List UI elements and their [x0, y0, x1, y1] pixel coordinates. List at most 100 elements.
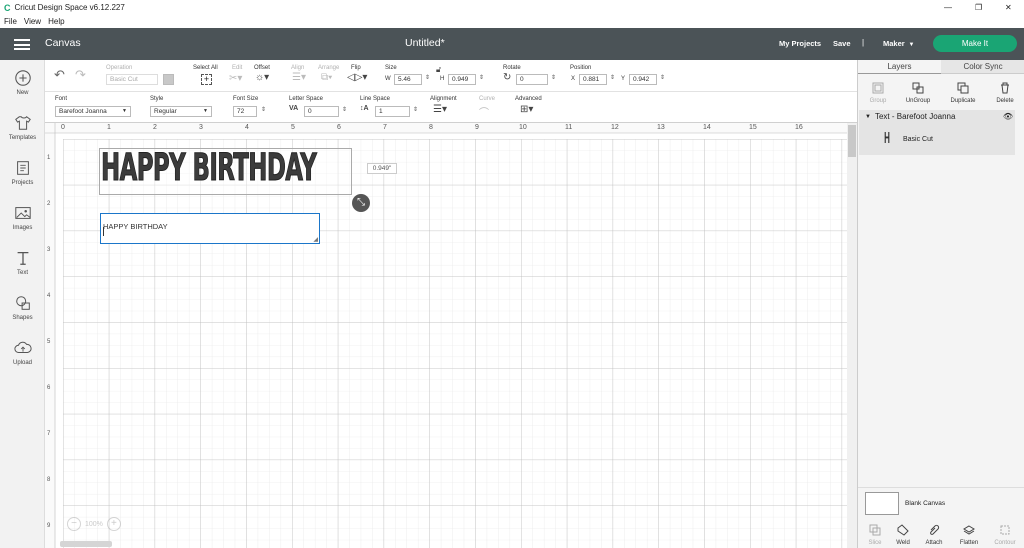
lock-icon[interactable]: 🔓︎ [436, 65, 441, 75]
vertical-scrollbar[interactable] [848, 125, 856, 157]
alignment-label: Alignment [430, 96, 457, 102]
font-select[interactable]: Barefoot Joanna ▼ [55, 106, 131, 117]
ungroup-icon [912, 82, 924, 94]
ruler-tick-label: 12 [611, 124, 619, 131]
curve-icon[interactable]: ⌒ [479, 104, 489, 119]
offset-icon[interactable]: ☼▾ [255, 72, 269, 83]
paperclip-icon [930, 524, 940, 535]
ungroup-button[interactable]: UnGroup [900, 76, 936, 106]
y-position-input[interactable]: 0.942 [629, 74, 657, 85]
y-stepper-icon[interactable]: ⇕ [660, 74, 665, 81]
layers-icon [963, 525, 975, 535]
advanced-label: Advanced [515, 96, 542, 102]
letter-space-input[interactable]: 0 [304, 106, 339, 117]
hamburger-menu-icon[interactable] [14, 39, 30, 50]
eye-icon[interactable]: 👁︎ [1003, 112, 1013, 121]
text-object-selection[interactable]: HAPPY BIRTHDAY [99, 146, 352, 195]
ruler-tick-label: 13 [657, 124, 665, 131]
design-canvas[interactable]: 0 1 2 3 4 5 6 7 8 9 10 11 12 13 14 15 16… [45, 123, 847, 548]
tab-color-sync[interactable]: Color Sync [941, 60, 1024, 74]
collapse-arrow-icon[interactable]: ▼ [865, 114, 871, 120]
slice-label: Slice [868, 540, 882, 546]
operation-label: Operation [106, 65, 133, 71]
plus-circle-icon [14, 70, 31, 86]
letter-space-label: Letter Space [289, 96, 324, 102]
tab-layers[interactable]: Layers [858, 60, 941, 74]
make-it-button[interactable]: Make It [933, 35, 1017, 52]
vertical-scrollbar-track [847, 123, 857, 548]
x-stepper-icon[interactable]: ⇕ [610, 74, 615, 81]
header-divider: | [862, 38, 865, 47]
height-stepper-icon[interactable]: ⇕ [479, 74, 484, 81]
menu-view[interactable]: View [24, 17, 41, 26]
edit-icon[interactable]: ✂▾ [229, 73, 242, 84]
y-position-value: 0.942 [633, 76, 650, 83]
zoom-in-icon[interactable]: + [106, 517, 121, 531]
minimize-button[interactable]: — [944, 3, 952, 12]
letter-space-stepper-icon[interactable]: ⇕ [342, 106, 347, 113]
menu-help[interactable]: Help [48, 17, 64, 26]
line-space-icon: ↕A [360, 105, 369, 112]
resize-handle[interactable]: ⤡ [352, 194, 370, 212]
line-space-input[interactable]: 1 [375, 106, 410, 117]
undo-icon[interactable]: ↶ [54, 67, 65, 83]
nav-shapes[interactable]: Shapes [0, 285, 45, 330]
height-input[interactable]: 0.949 [448, 74, 476, 85]
group-icon [872, 82, 884, 94]
flatten-button[interactable]: Flatten [952, 518, 986, 548]
weld-button[interactable]: Weld [886, 518, 920, 548]
text-edit-box[interactable]: HAPPY BIRTHDAY ◢ [100, 213, 320, 244]
style-value: Regular [154, 108, 177, 115]
ruler-tick-label: 11 [565, 124, 573, 131]
align-icon[interactable]: ☰▾ [292, 72, 306, 83]
font-size-stepper-icon[interactable]: ⇕ [261, 106, 266, 113]
curve-label: Curve [479, 96, 496, 102]
operation-select[interactable]: Basic Cut [106, 74, 158, 85]
contour-button[interactable]: Contour [988, 518, 1022, 548]
width-stepper-icon[interactable]: ⇕ [425, 74, 430, 81]
width-input[interactable]: 5.46 [394, 74, 422, 85]
layer-item-row[interactable]: H Basic Cut [859, 123, 1015, 155]
nav-text[interactable]: Text [0, 240, 45, 285]
save-button[interactable]: Save [833, 39, 851, 48]
ruler-tick-label: 9 [475, 124, 479, 131]
nav-images[interactable]: Images [0, 195, 45, 240]
nav-new[interactable]: New [0, 60, 45, 105]
line-space-stepper-icon[interactable]: ⇕ [413, 106, 418, 113]
duplicate-button[interactable]: Duplicate [945, 76, 981, 106]
machine-select[interactable]: Maker ▼ [883, 39, 914, 48]
redo-icon[interactable]: ↷ [75, 67, 86, 83]
x-label: X [571, 76, 576, 82]
group-button[interactable]: Group [860, 76, 896, 106]
attach-button[interactable]: Attach [917, 518, 951, 548]
nav-upload[interactable]: Upload [0, 330, 45, 375]
layer-group-row[interactable]: ▼ Text - Barefoot Joanna 👁︎ [859, 110, 1015, 123]
rotate-input[interactable]: 0 [516, 74, 548, 85]
section-title: Canvas [45, 37, 81, 49]
zoom-out-icon[interactable]: − [67, 517, 81, 531]
x-position-input[interactable]: 0.881 [579, 74, 607, 85]
my-projects-link[interactable]: My Projects [779, 39, 821, 48]
window-title: Cricut Design Space v6.12.227 [14, 3, 125, 12]
color-swatch[interactable] [163, 74, 174, 85]
blank-canvas-row[interactable]: Blank Canvas [858, 487, 1024, 518]
duplicate-icon [957, 82, 969, 94]
horizontal-scrollbar[interactable] [60, 541, 112, 547]
advanced-icon[interactable]: ⊞▾ [520, 104, 533, 115]
alignment-icon[interactable]: ☰▾ [433, 104, 447, 115]
rotate-stepper-icon[interactable]: ⇕ [551, 74, 556, 81]
menu-file[interactable]: File [4, 17, 17, 26]
delete-button[interactable]: Delete [987, 76, 1023, 106]
style-select[interactable]: Regular ▼ [150, 106, 212, 117]
select-all-button[interactable]: + [201, 74, 212, 85]
nav-projects[interactable]: Projects [0, 150, 45, 195]
edit-label: Edit [232, 65, 243, 71]
nav-templates[interactable]: Templates [0, 105, 45, 150]
maximize-button[interactable]: ❐ [975, 3, 982, 12]
arrange-icon[interactable]: ⧉▾ [321, 72, 332, 83]
font-size-input[interactable]: 72 [233, 106, 257, 117]
flip-icon[interactable]: ◁▷▾ [347, 72, 367, 83]
close-button[interactable]: ✕ [1005, 3, 1012, 12]
ruler-tick-label: 2 [47, 201, 51, 207]
ruler-tick-label: 10 [519, 124, 527, 131]
